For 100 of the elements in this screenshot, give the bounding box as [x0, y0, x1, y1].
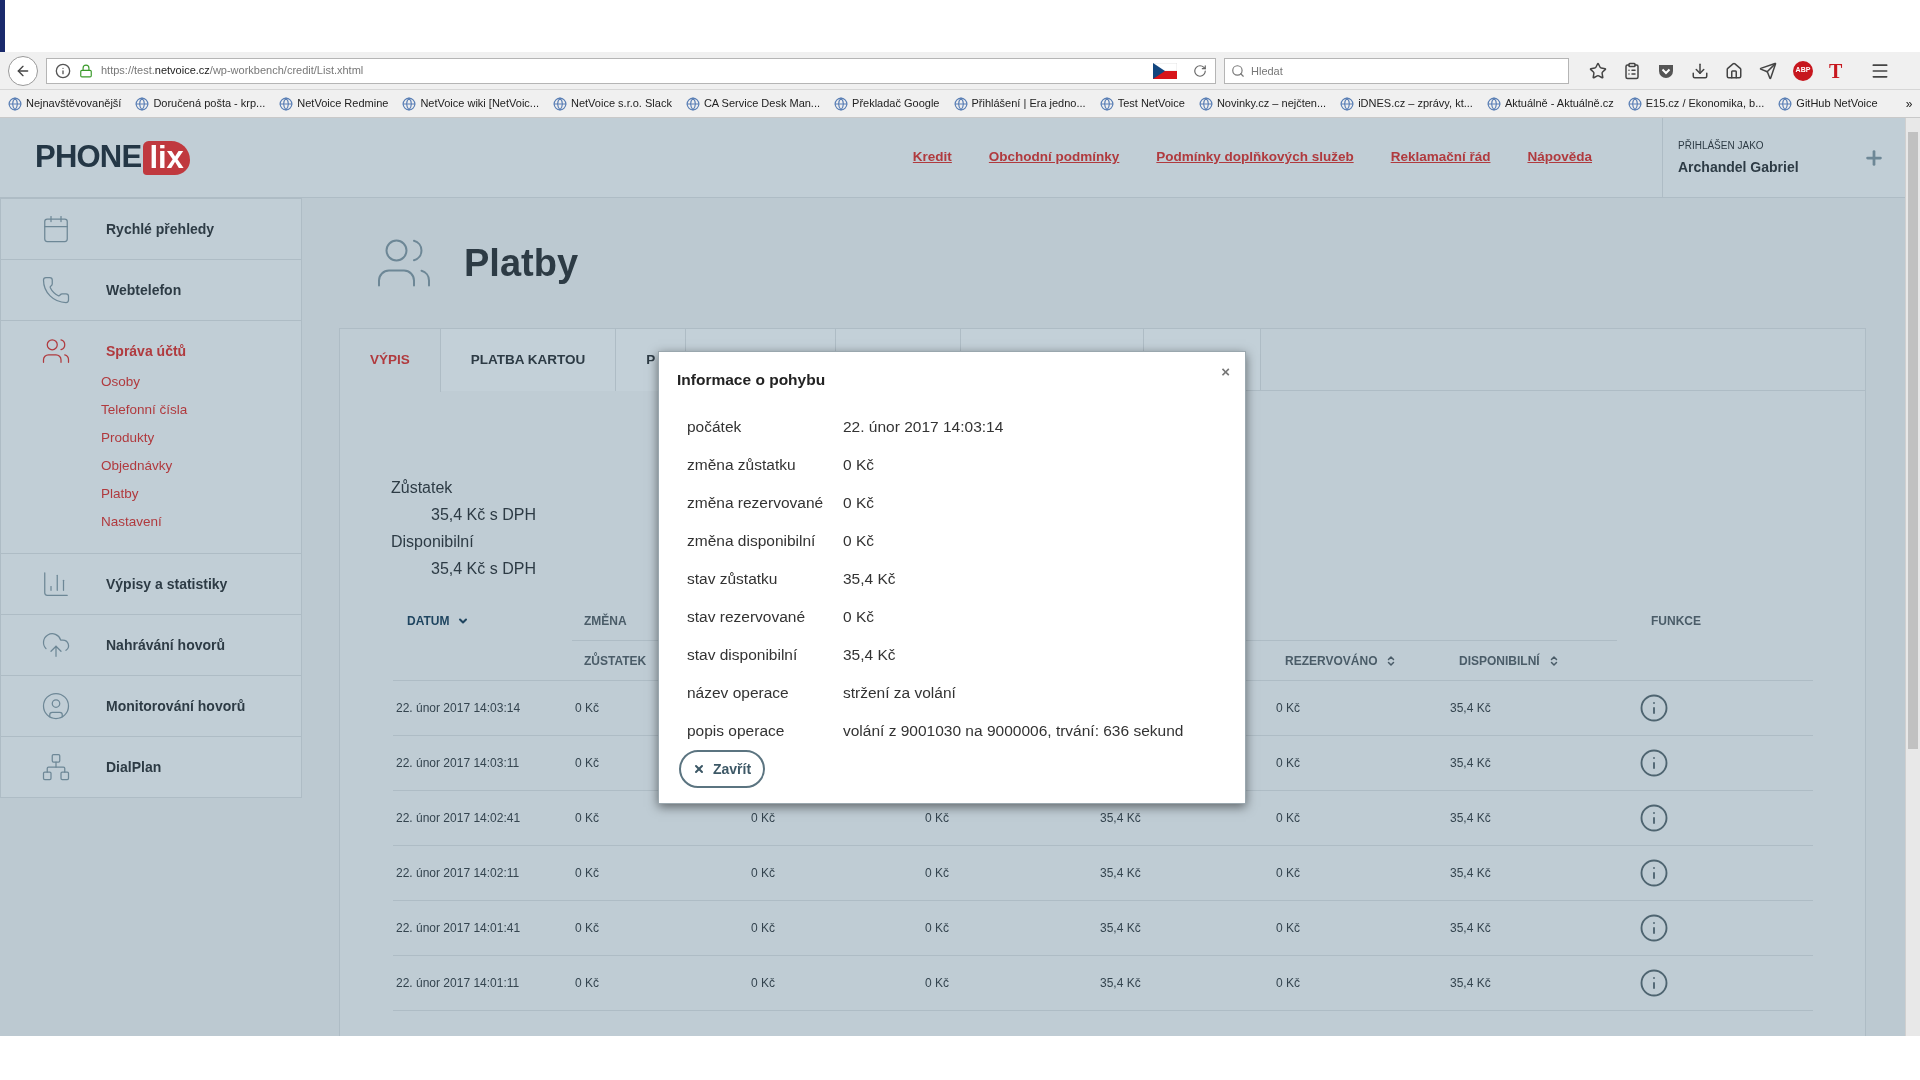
close-dialog-button[interactable]: Zavřít: [679, 750, 766, 789]
info-icon[interactable]: [1639, 748, 1669, 778]
star-icon[interactable]: [1589, 61, 1607, 80]
sidebar-item[interactable]: DialPlan: [1, 737, 301, 797]
balance-value: 35,4 Kč s DPH: [431, 559, 536, 579]
globe-icon: [135, 96, 150, 111]
bookmark-item[interactable]: NetVoice wiki [NetVoic...: [402, 95, 539, 112]
send-icon[interactable]: [1759, 61, 1777, 80]
field-value: 0 Kč: [843, 454, 874, 475]
field-value: 0 Kč: [843, 530, 874, 551]
table-cell: 0 Kč: [575, 811, 599, 825]
column-header: FUNKCE: [1651, 613, 1701, 630]
nav-link[interactable]: Obchodní podmínky: [988, 147, 1120, 168]
bookmark-item[interactable]: CA Service Desk Man...: [685, 95, 821, 112]
download-icon[interactable]: [1691, 61, 1709, 80]
text-tool-icon[interactable]: T: [1829, 60, 1843, 81]
address-bar[interactable]: https://test.netvoice.cz/wp-workbench/credit/List.xhtml: [46, 57, 1216, 84]
home-icon[interactable]: [1725, 61, 1743, 80]
bookmark-item[interactable]: NetVoice s.r.o. Slack: [553, 95, 672, 112]
table-cell: 35,4 Kč: [1100, 921, 1141, 935]
close-icon: [693, 763, 705, 776]
submenu-link[interactable]: Telefonní čísla: [101, 399, 301, 421]
sidebar-item[interactable]: Webtelefon: [1, 260, 301, 320]
table-cell: 0 Kč: [575, 921, 599, 935]
url-text: https://test.netvoice.cz/wp-workbench/credit/List.xhtml: [101, 63, 364, 79]
column-header[interactable]: REZERVOVÁNO: [1285, 651, 1378, 670]
table-cell: 35,4 Kč: [1450, 921, 1491, 935]
users-icon: [41, 336, 71, 366]
bookmark-item[interactable]: iDNES.cz – zprávy, kt...: [1340, 95, 1473, 112]
lock-icon: [79, 63, 93, 78]
globe-icon: [1099, 96, 1114, 111]
field-label: stav zůstatku: [686, 568, 779, 589]
column-group-header: ZMĚNA: [584, 612, 627, 630]
globe-icon: [279, 96, 294, 111]
globe-icon: [834, 96, 849, 111]
submenu-link[interactable]: Produkty: [101, 427, 301, 449]
cloud-upload-icon: [41, 630, 71, 660]
submenu-link[interactable]: Objednávky: [101, 455, 301, 477]
scrollbar[interactable]: [1905, 118, 1920, 1036]
bookmark-item[interactable]: E15.cz / Ekonomika, b...: [1627, 95, 1765, 112]
field-value: 0 Kč: [843, 492, 874, 513]
reload-icon[interactable]: [1193, 63, 1207, 78]
field-value: 35,4 Kč: [843, 644, 896, 665]
table-cell: 35,4 Kč: [1100, 866, 1141, 880]
sidebar-item[interactable]: Nahrávání hovorů: [1, 615, 301, 675]
calendar-icon: [41, 214, 71, 244]
info-icon[interactable]: [1639, 968, 1669, 998]
info-icon[interactable]: [1639, 858, 1669, 888]
table-cell: 35,4 Kč: [1100, 976, 1141, 990]
search-field[interactable]: Hledat: [1224, 57, 1569, 84]
table-cell: 0 Kč: [575, 756, 599, 770]
column-header[interactable]: DATUM: [407, 612, 450, 630]
table-cell: 0 Kč: [751, 921, 775, 935]
info-icon[interactable]: [1639, 803, 1669, 833]
bookmark-item[interactable]: Překladač Google: [834, 95, 940, 112]
phone-icon: [41, 275, 71, 305]
bookmark-item[interactable]: GitHub NetVoice: [1778, 95, 1878, 112]
info-icon: [55, 62, 71, 79]
nav-link[interactable]: Kredit: [912, 147, 952, 168]
table-cell: 22. únor 2017 14:01:11: [396, 976, 520, 990]
tab[interactable]: VÝPIS: [340, 329, 441, 392]
column-header[interactable]: DISPONIBILNÍ: [1459, 651, 1540, 670]
logo[interactable]: PHONE lix: [35, 134, 190, 181]
nav-link[interactable]: Nápověda: [1527, 147, 1592, 168]
field-label: změna rezervované: [686, 492, 825, 513]
bookmark-item[interactable]: Přihlášení | Era jedno...: [953, 95, 1086, 112]
bookmark-item[interactable]: Aktuálně - Aktuálně.cz: [1486, 95, 1614, 112]
submenu-link[interactable]: Osoby: [101, 371, 301, 393]
submenu-link[interactable]: Nastavení: [101, 511, 301, 533]
info-icon[interactable]: [1639, 913, 1669, 943]
balance-label: Zůstatek: [391, 478, 453, 498]
table-cell: 22. únor 2017 14:02:41: [396, 811, 521, 825]
table-cell: 35,4 Kč: [1100, 811, 1141, 825]
sidebar-item[interactable]: Rychlé přehledy: [1, 199, 301, 259]
globe-icon: [1198, 96, 1213, 111]
more-bookmarks[interactable]: »: [1905, 94, 1913, 113]
clipboard-icon[interactable]: [1623, 61, 1641, 80]
sidebar-item[interactable]: Monitorování hovorů: [1, 676, 301, 736]
network-icon: [41, 752, 71, 782]
bookmark-item[interactable]: Doručená pošta - krp...: [135, 95, 266, 112]
back-button[interactable]: [8, 55, 38, 86]
submenu-link[interactable]: Platby: [101, 483, 301, 505]
table-cell: 35,4 Kč: [1450, 976, 1491, 990]
balance-value: 35,4 Kč s DPH: [431, 505, 536, 525]
bookmark-item[interactable]: NetVoice Redmine: [279, 95, 389, 112]
table-cell: 35,4 Kč: [1450, 866, 1491, 880]
info-icon[interactable]: [1639, 693, 1669, 723]
table-cell: 35,4 Kč: [1450, 701, 1491, 715]
tab[interactable]: PLATBA KARTOU: [440, 329, 617, 391]
bookmark-item[interactable]: Test NetVoice: [1099, 95, 1185, 112]
table-cell: 0 Kč: [925, 866, 949, 880]
sidebar-item[interactable]: Výpisy a statistiky: [1, 554, 301, 614]
close-button[interactable]: ×: [1221, 364, 1230, 379]
table-cell: 0 Kč: [1276, 921, 1300, 935]
nav-link[interactable]: Podmínky doplňkových služeb: [1156, 147, 1354, 168]
bookmark-item[interactable]: Novinky.cz – nejčten...: [1198, 95, 1327, 112]
field-label: změna zůstatku: [686, 454, 797, 475]
table-cell: 0 Kč: [925, 921, 949, 935]
bookmark-item[interactable]: Nejnavštěvovanější: [8, 95, 122, 112]
nav-link[interactable]: Reklamační řád: [1390, 147, 1491, 168]
